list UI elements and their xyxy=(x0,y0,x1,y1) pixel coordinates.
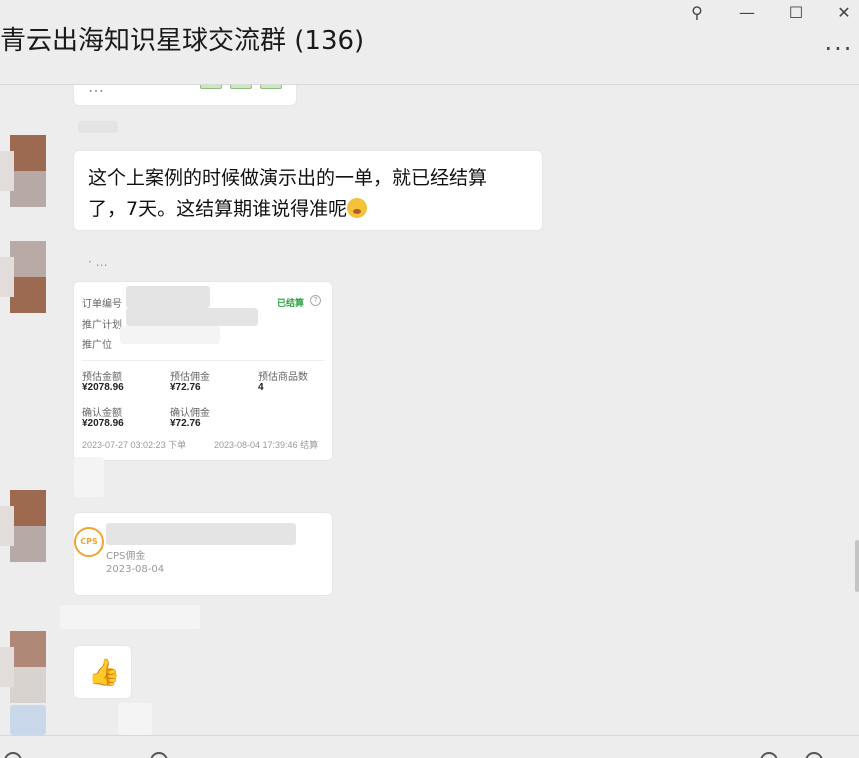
est-commission-value: ¥72.76 xyxy=(170,382,201,393)
cps-card[interactable]: CPS CPS佣金 2023-08-04 xyxy=(74,513,332,595)
blurred-content xyxy=(118,703,152,735)
avatar[interactable] xyxy=(10,705,46,735)
message-text-line: 这个上案例的时候做演示出的一单，就已经结算 xyxy=(88,167,488,189)
sender-name-blurred xyxy=(60,605,200,629)
cps-logo-icon: CPS xyxy=(74,527,104,557)
est-items-label: 预估商品数 xyxy=(258,372,308,383)
minimize-button[interactable]: — xyxy=(722,0,772,24)
emoji-icon xyxy=(260,85,282,89)
message-list[interactable]: … 这个上案例的时候做演示出的一单，就已经结算 了，7天。这结算期谁说得准呢 ·… xyxy=(0,85,859,735)
sad-face-emoji-icon xyxy=(347,198,368,218)
avatar[interactable] xyxy=(0,135,46,207)
plan-blurred xyxy=(126,308,258,326)
order-number-blurred xyxy=(126,286,210,308)
order-number-label: 订单编号 xyxy=(82,299,122,310)
cps-date: 2023-08-04 xyxy=(106,564,165,575)
sender-name-blurred xyxy=(74,457,104,497)
position-blurred xyxy=(120,326,220,344)
input-toolbar xyxy=(0,735,859,758)
confirm-commission-value: ¥72.76 xyxy=(170,418,201,429)
confirm-amount-value: ¥2078.96 xyxy=(82,418,124,429)
position-label: 推广位 xyxy=(82,340,112,351)
avatar[interactable] xyxy=(0,631,46,703)
partial-text: … xyxy=(88,85,104,96)
avatar[interactable] xyxy=(0,490,46,562)
emoji-icon xyxy=(200,85,222,89)
divider xyxy=(82,360,324,361)
emoji-icon[interactable] xyxy=(4,752,22,758)
scrollbar[interactable] xyxy=(855,540,859,592)
more-options-icon[interactable]: ··· xyxy=(819,34,859,64)
settle-time: 2023-08-04 17:39:46 结算 xyxy=(214,440,319,450)
close-button[interactable]: ✕ xyxy=(819,0,859,24)
thumbs-up-emoji-icon: 👍 xyxy=(88,658,121,688)
message-bubble-text[interactable]: 这个上案例的时候做演示出的一单，就已经结算 了，7天。这结算期谁说得准呢 xyxy=(74,151,542,230)
video-call-icon[interactable] xyxy=(805,752,823,758)
message-bubble-partial[interactable]: … xyxy=(74,85,296,105)
sender-name-blurred xyxy=(78,121,118,133)
message-bubble-emoji[interactable]: 👍 xyxy=(74,646,131,698)
est-commission-label: 预估佣金 xyxy=(170,372,210,383)
chat-title: 青云出海知识星球交流群 (136) xyxy=(0,26,365,56)
maximize-button[interactable]: ☐ xyxy=(771,0,821,24)
help-icon[interactable]: ? xyxy=(310,295,321,306)
est-amount-value: ¥2078.96 xyxy=(82,382,124,393)
voice-call-icon[interactable] xyxy=(760,752,778,758)
status-badge: 已结算 xyxy=(276,298,304,308)
avatar[interactable] xyxy=(0,241,46,313)
cps-label: CPS佣金 xyxy=(106,551,146,562)
screenshot-icon[interactable] xyxy=(150,752,168,758)
cps-title-blurred xyxy=(106,523,296,545)
chat-window: 青云出海知识星球交流群 (136) ⚲ — ☐ ✕ ··· … 这个上案例的时候… xyxy=(0,0,859,758)
message-text-line: 了，7天。这结算期谁说得准呢 xyxy=(88,198,348,220)
est-amount-label: 预估金额 xyxy=(82,372,122,383)
order-time: 2023-07-27 03:02:23 下单 xyxy=(82,440,187,450)
emoji-icon xyxy=(230,85,252,89)
confirm-amount-label: 确认金额 xyxy=(82,408,122,419)
est-items-value: 4 xyxy=(258,382,264,393)
title-bar: 青云出海知识星球交流群 (136) ⚲ — ☐ ✕ ··· xyxy=(0,0,859,85)
plan-label: 推广计划 xyxy=(82,320,122,331)
sender-name: · … xyxy=(88,255,108,269)
pin-icon[interactable]: ⚲ xyxy=(672,0,722,24)
confirm-commission-label: 确认佣金 xyxy=(170,408,210,419)
order-card[interactable]: 订单编号 已结算 ? 推广计划 推广位 预估金额 预估佣金 预估商品数 ¥207… xyxy=(74,282,332,460)
